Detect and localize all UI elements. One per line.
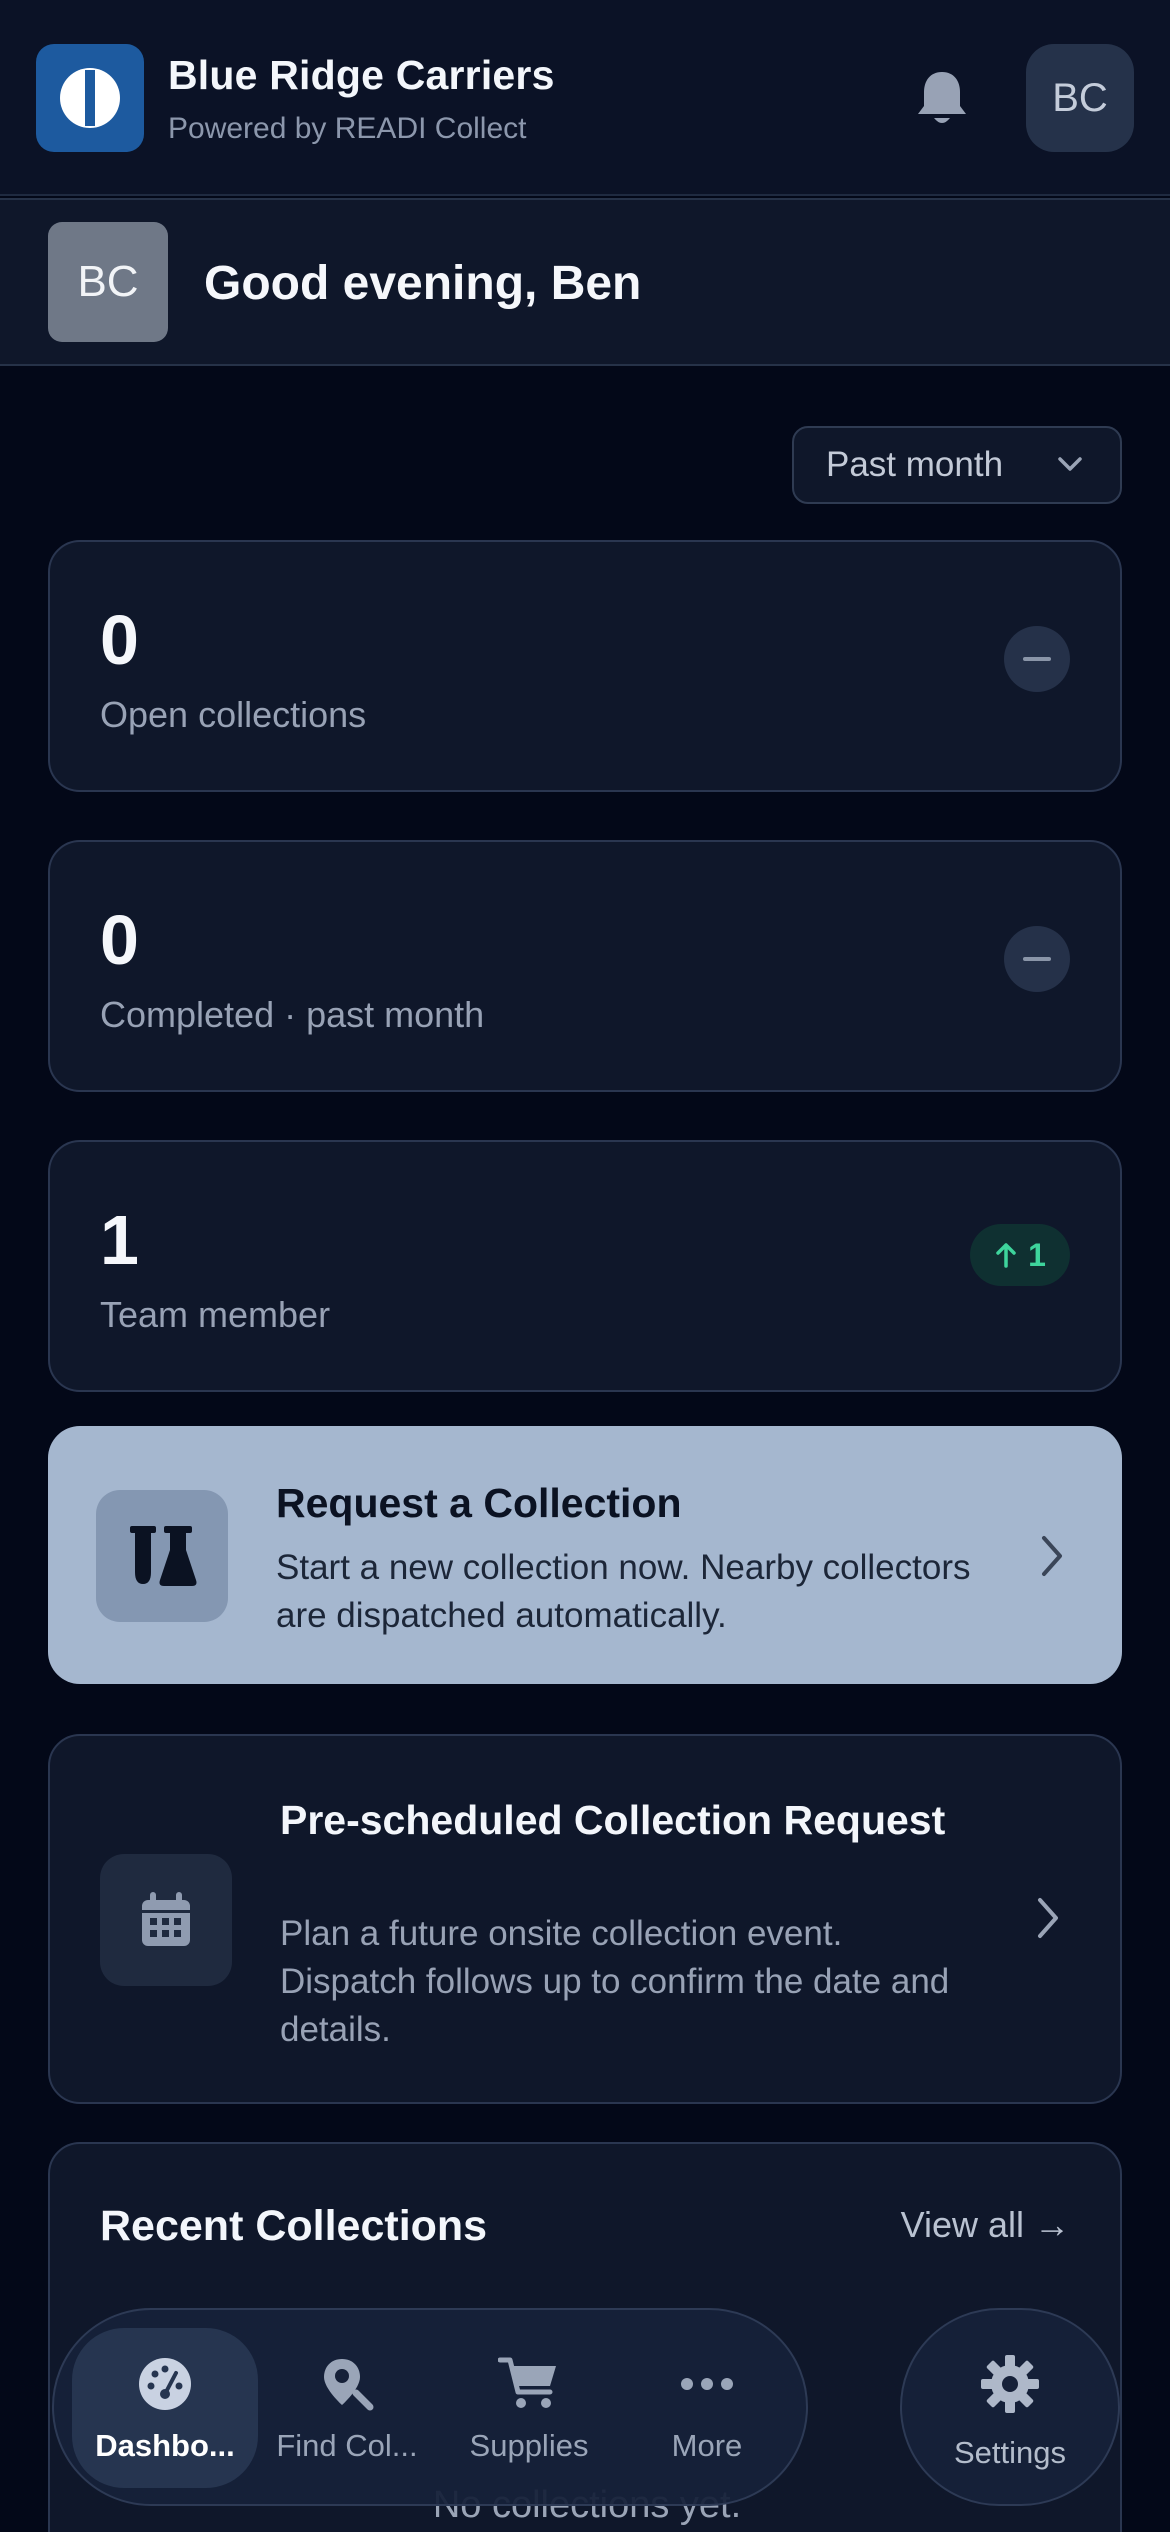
dashboard-gauge-icon [139,2358,191,2410]
nav-item-dashboard[interactable]: Dashbo... [72,2328,258,2488]
request-card-description: Start a new collection now. Nearby colle… [276,1548,971,1635]
user-avatar-button[interactable]: BC [1026,44,1134,152]
trend-neutral-icon [1004,626,1070,692]
trend-up-badge: 1 [970,1224,1070,1286]
prescheduled-request-card[interactable]: Pre-scheduled Collection Request Plan a … [48,1734,1122,2104]
chevron-right-icon [1038,1898,1058,1938]
org-subtitle: Powered by READI Collect [168,112,527,145]
stat-value: 0 [100,901,139,979]
more-dots-icon [681,2378,733,2390]
stat-card-completed[interactable]: 0 Completed · past month [48,840,1122,1092]
stat-label: Completed · past month [100,994,485,1035]
stat-label: Open collections [100,694,367,735]
nav-item-supplies[interactable]: Supplies [436,2328,622,2488]
notifications-bell-icon[interactable] [912,66,972,130]
bottom-nav: Dashbo... Find Col... Supplies More [52,2308,808,2506]
greeting-bar: BC Good evening, Ben [0,198,1170,366]
calendar-icon [100,1854,232,1986]
nav-label: More [671,2428,743,2463]
request-card-title: Request a Collection [276,1480,682,1526]
arrow-up-icon [996,1243,1016,1268]
app-header: Blue Ridge Carriers Powered by READI Col… [0,0,1170,196]
nav-label: Settings [953,2435,1066,2470]
chevron-right-icon [1042,1536,1062,1576]
stat-label: Team member [100,1294,331,1335]
nav-label: Supplies [469,2428,589,2463]
greeting-text: Good evening, Ben [204,257,642,310]
period-select-value: Past month [826,445,1004,484]
greeting-avatar: BC [48,222,168,342]
view-all-link[interactable]: View all → [901,2204,1070,2246]
prescheduled-card-description: Plan a future onsite collection event. D… [280,1914,950,2049]
cart-icon [498,2357,556,2408]
nav-item-more[interactable]: More [614,2328,800,2488]
trend-value: 1 [1028,1236,1046,1273]
nav-label: Find Col... [276,2428,418,2463]
stat-card-team-members[interactable]: 1 Team member 1 [48,1140,1122,1392]
period-select[interactable]: Past month [792,426,1122,504]
lab-flask-icon [96,1490,228,1622]
org-name: Blue Ridge Carriers [168,52,555,98]
stat-value: 1 [100,1201,139,1279]
prescheduled-card-title: Pre-scheduled Collection Request [280,1797,946,1843]
chevron-down-icon [1058,457,1082,471]
trend-neutral-icon [1004,926,1070,992]
stat-card-open-collections[interactable]: 0 Open collections [48,540,1122,792]
request-collection-card[interactable]: Request a Collection Start a new collect… [48,1426,1122,1684]
stat-value: 0 [100,601,139,679]
map-pin-search-icon [324,2359,374,2411]
brand-logo-icon [36,44,144,152]
gear-icon [981,2355,1039,2413]
recent-collections-title: Recent Collections [100,2202,488,2250]
nav-item-settings[interactable]: Settings [900,2308,1120,2506]
nav-item-find-collectors[interactable]: Find Col... [254,2328,440,2488]
nav-label: Dashbo... [95,2428,235,2463]
